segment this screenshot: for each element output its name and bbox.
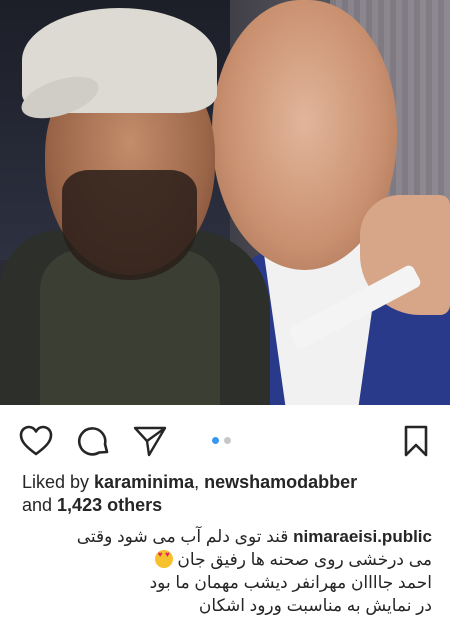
bookmark-icon: [404, 425, 428, 457]
carousel-dot-active: [212, 437, 219, 444]
liker-username[interactable]: karaminima: [94, 472, 194, 492]
liker-username[interactable]: newshamodabber: [204, 472, 357, 492]
like-button[interactable]: [18, 423, 54, 459]
share-button[interactable]: [132, 423, 168, 459]
caption-line-2: می درخشی روی صحنه ها رفیق جان: [22, 548, 432, 571]
person-left-beard: [62, 170, 197, 280]
caption-line-3: احمد جاااان مهرانفر دیشب مهمان ما بود: [149, 573, 432, 592]
caption-text: می درخشی روی صحنه ها رفیق جان: [177, 550, 432, 569]
action-bar: [0, 405, 450, 471]
carousel-dot: [224, 437, 231, 444]
post-photo[interactable]: [0, 0, 450, 405]
caption-line-1: nimaraeisi.public قند توی دلم آب می شود …: [22, 525, 432, 548]
comment-icon: [77, 427, 109, 456]
likes-others-link[interactable]: 1,423 others: [57, 495, 162, 515]
likes-prefix: Liked by: [22, 472, 95, 492]
carousel-indicator: [212, 437, 231, 444]
comment-button[interactable]: [76, 423, 112, 459]
likes-and: and: [22, 495, 58, 515]
share-icon: [133, 426, 167, 457]
heart-eyes-emoji-icon: [154, 550, 173, 568]
save-button[interactable]: [398, 423, 434, 459]
post-caption: nimaraeisi.public قند توی دلم آب می شود …: [22, 525, 432, 617]
heart-icon: [19, 425, 53, 456]
caption-username[interactable]: nimaraeisi.public: [293, 527, 432, 546]
caption-text: قند توی دلم آب می شود وقتی: [76, 527, 289, 546]
caption-line-4: در نمایش به مناسبت ورود اشکان: [198, 596, 432, 615]
likes-separator: ,: [194, 472, 205, 492]
post-meta: Liked by karaminima, newshamodabber and …: [22, 471, 432, 617]
likes-summary: Liked by karaminima, newshamodabber and …: [22, 471, 432, 517]
